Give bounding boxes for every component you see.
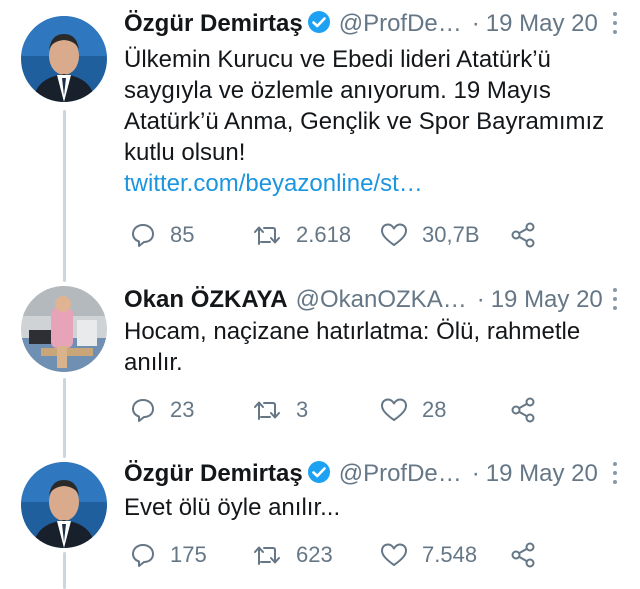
reply-icon bbox=[132, 224, 154, 247]
more-icon[interactable] bbox=[610, 460, 620, 488]
avatar-image bbox=[21, 16, 107, 102]
tweet-actions: 85 2.618 30,7B bbox=[124, 220, 544, 250]
author-name[interactable]: Okan ÖZKAYA bbox=[124, 286, 288, 313]
more-icon[interactable] bbox=[610, 10, 620, 38]
verified-badge-icon bbox=[307, 459, 331, 495]
tweet-date[interactable]: 19 May 20 bbox=[486, 10, 598, 37]
like-button[interactable]: 30,7B bbox=[380, 220, 480, 250]
reply-count: 85 bbox=[170, 222, 195, 247]
tweet[interactable]: Okan ÖZKAYA @OkanOZKA… · 19 May 20 Hocam, n… bbox=[0, 272, 640, 447]
author-name[interactable]: Özgür Demirtaş bbox=[124, 10, 303, 37]
retweet-button[interactable]: 623 bbox=[252, 540, 333, 570]
tweet-text-line: Hocam, naçizane hatırlatma: Ölü, rahmetl… bbox=[124, 318, 581, 345]
tweet-date[interactable]: 19 May 20 bbox=[486, 460, 598, 487]
like-icon bbox=[381, 543, 407, 566]
tweet-text: Hocam, naçizane hatırlatma: Ölü, rahmetl… bbox=[124, 316, 624, 378]
share-button[interactable] bbox=[510, 395, 552, 425]
author-name[interactable]: Özgür Demirtaş bbox=[124, 460, 303, 487]
tweet-link[interactable]: twitter.com/beyazonline/st… bbox=[124, 168, 624, 199]
tweet-text-line: Evet ölü öyle anılır... bbox=[124, 494, 341, 521]
reply-button[interactable]: 85 bbox=[130, 220, 194, 250]
tweet-header: Özgür Demirtaş @ProfDe… · 19 May 20 bbox=[124, 6, 620, 42]
retweet-count: 2.618 bbox=[296, 222, 352, 247]
retweet-count: 3 bbox=[296, 397, 309, 422]
tweet-text-line: saygıyla ve özlemle anıyorum. 19 Mayıs bbox=[124, 77, 551, 104]
retweet-icon bbox=[254, 401, 280, 420]
tweet[interactable]: Özgür Demirtaş @ProfDe… · 19 May 20 Evet öl… bbox=[0, 447, 640, 589]
reply-count: 23 bbox=[170, 397, 195, 422]
avatar[interactable] bbox=[21, 462, 107, 548]
tweet-text: Evet ölü öyle anılır... bbox=[124, 492, 624, 523]
avatar-image bbox=[21, 462, 107, 548]
tweet-text-line: kutlu olsun! bbox=[124, 139, 246, 166]
like-icon bbox=[381, 398, 407, 421]
tweet-header: Okan ÖZKAYA @OkanOZKA… · 19 May 20 bbox=[124, 282, 620, 318]
retweet-count: 623 bbox=[296, 542, 333, 567]
author-handle[interactable]: @ProfDe… bbox=[339, 460, 462, 487]
share-icon bbox=[511, 542, 535, 568]
reply-count: 175 bbox=[170, 542, 207, 567]
share-icon bbox=[511, 397, 535, 423]
retweet-icon bbox=[254, 226, 280, 245]
tweet-header: Özgür Demirtaş @ProfDe… · 19 May 20 bbox=[124, 456, 620, 492]
tweet-text: Ülkemin Kurucu ve Ebedi lideri Atatürk’ü… bbox=[124, 44, 624, 199]
separator-dot: · bbox=[471, 460, 480, 487]
like-count: 7.548 bbox=[422, 542, 478, 567]
separator-dot: · bbox=[471, 10, 480, 37]
author-handle[interactable]: @ProfDe… bbox=[339, 10, 462, 37]
verified-badge-icon bbox=[307, 9, 331, 45]
avatar[interactable] bbox=[21, 286, 107, 372]
tweet-date[interactable]: 19 May 20 bbox=[491, 286, 603, 313]
retweet-button[interactable]: 3 bbox=[252, 395, 308, 425]
reply-icon bbox=[132, 544, 154, 567]
like-icon bbox=[381, 223, 407, 246]
tweet-text-line: Atatürk’ü Anma, Gençlik ve Spor Bayramım… bbox=[124, 108, 605, 135]
separator-dot: · bbox=[476, 286, 485, 313]
tweet-text-line: Ülkemin Kurucu ve Ebedi lideri Atatürk’ü bbox=[124, 46, 551, 73]
tweet-actions: 23 3 28 bbox=[124, 395, 544, 425]
tweet-actions: 175 623 7.548 bbox=[124, 540, 544, 570]
tweet-text-line: anılır. bbox=[124, 349, 183, 376]
like-button[interactable]: 28 bbox=[380, 395, 446, 425]
retweet-button[interactable]: 2.618 bbox=[252, 220, 351, 250]
like-count: 30,7B bbox=[422, 222, 480, 247]
share-button[interactable] bbox=[510, 220, 552, 250]
like-count: 28 bbox=[422, 397, 447, 422]
share-button[interactable] bbox=[510, 540, 552, 570]
reply-button[interactable]: 23 bbox=[130, 395, 194, 425]
avatar[interactable] bbox=[21, 16, 107, 102]
reply-icon bbox=[132, 399, 154, 422]
like-button[interactable]: 7.548 bbox=[380, 540, 477, 570]
reply-button[interactable]: 175 bbox=[130, 540, 207, 570]
retweet-icon bbox=[254, 546, 280, 565]
share-icon bbox=[511, 222, 535, 248]
author-handle[interactable]: @OkanOZKA… bbox=[296, 286, 467, 313]
more-icon[interactable] bbox=[610, 286, 620, 314]
avatar-image bbox=[21, 286, 107, 372]
tweet[interactable]: Özgür Demirtaş @ProfDe… · 19 May 20 Ülkemin… bbox=[0, 0, 640, 272]
